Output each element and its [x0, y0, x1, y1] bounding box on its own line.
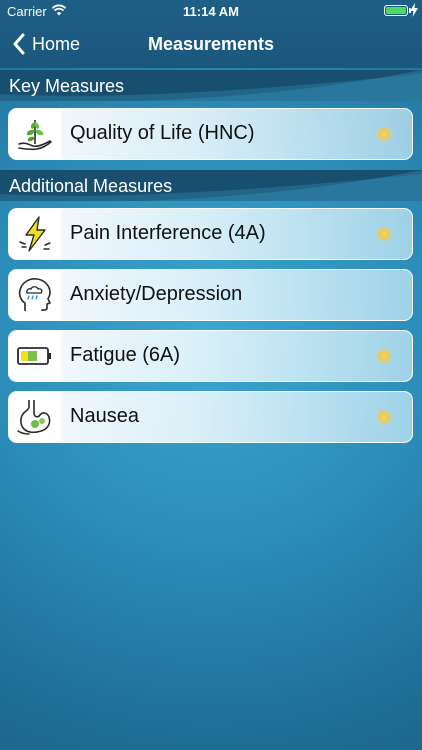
- section-header-additional: Additional Measures: [0, 170, 422, 201]
- measure-item-fatigue[interactable]: Fatigue (6A): [8, 330, 413, 382]
- section-title-key: Key Measures: [9, 76, 125, 96]
- head-cloud-icon: [9, 270, 61, 320]
- measure-item-nausea[interactable]: Nausea: [8, 391, 413, 443]
- charging-bolt-icon: [410, 3, 418, 17]
- measure-label: Nausea: [70, 405, 139, 427]
- measure-item-quality-of-life[interactable]: Quality of Life (HNC): [8, 108, 413, 160]
- status-indicator-dot: [376, 226, 392, 242]
- navigation-bar: Home Measurements: [0, 22, 422, 66]
- measure-item-anxiety-depression[interactable]: Anxiety/Depression: [8, 269, 413, 321]
- measure-label: Quality of Life (HNC): [70, 122, 255, 144]
- clock: 11:14 AM: [183, 4, 239, 19]
- stomach-icon: [9, 392, 61, 442]
- page-title: Measurements: [147, 34, 275, 54]
- measure-item-pain-interference[interactable]: Pain Interference (4A): [8, 208, 413, 260]
- status-indicator-dot: [376, 409, 392, 425]
- section-title-additional: Additional Measures: [9, 176, 173, 196]
- lightning-pain-icon: [9, 209, 61, 259]
- battery-icon: [384, 5, 408, 16]
- top-bar: Carrier 11:14 AM Home Measurements: [0, 0, 422, 68]
- leaves-hand-icon: [9, 109, 61, 159]
- status-indicator-dot: [376, 348, 392, 364]
- measure-label: Fatigue (6A): [70, 344, 181, 366]
- measure-label: Pain Interference (4A): [70, 222, 266, 244]
- status-indicator-dot: [376, 126, 392, 142]
- status-bar: Carrier 11:14 AM: [0, 0, 422, 22]
- measure-label: Anxiety/Depression: [70, 283, 243, 305]
- section-header-key: Key Measures: [0, 70, 422, 101]
- low-battery-icon: [9, 331, 61, 381]
